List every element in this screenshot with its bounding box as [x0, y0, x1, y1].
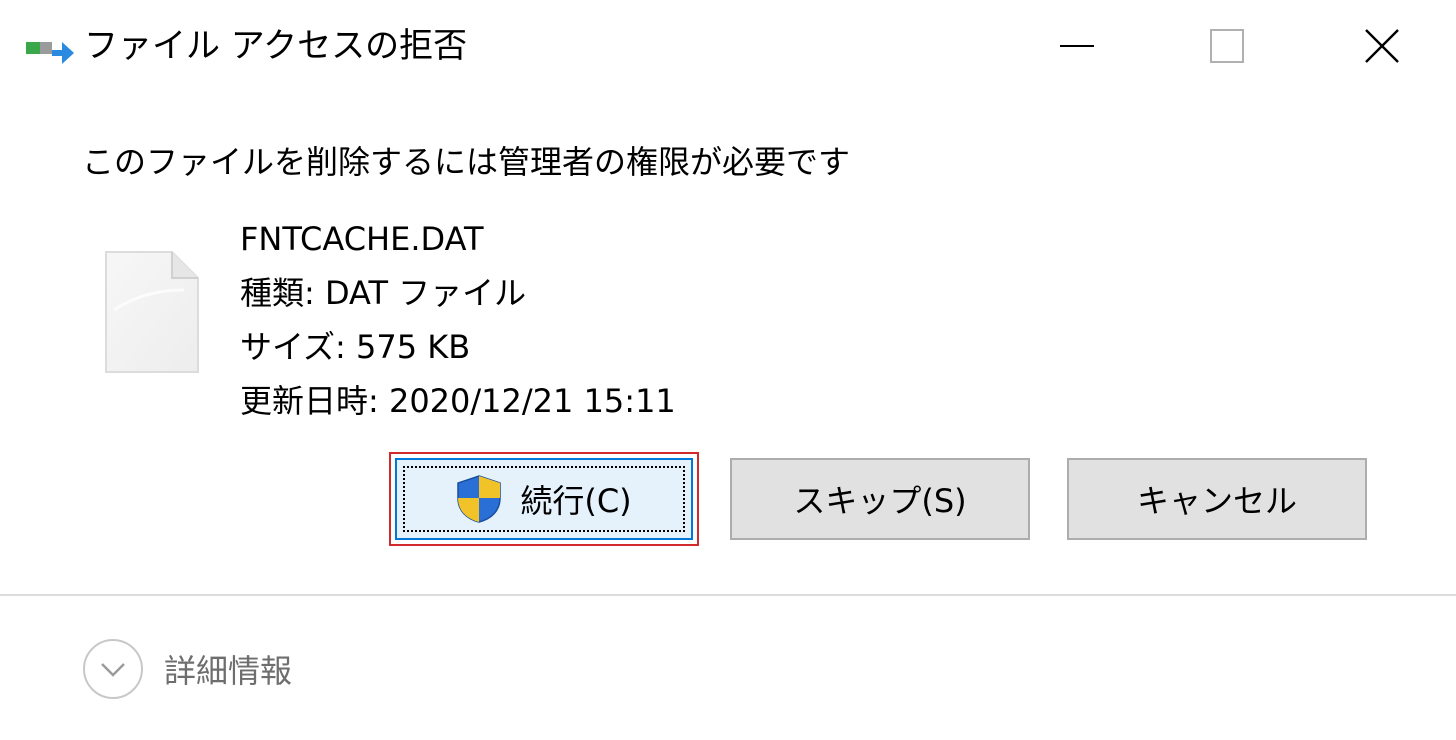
minimize-button[interactable]	[1047, 18, 1107, 74]
maximize-icon	[1210, 29, 1244, 63]
divider	[0, 594, 1456, 596]
skip-button-label: スキップ(S)	[793, 482, 967, 520]
continue-button-label: 続行(C)	[520, 482, 632, 520]
skip-button[interactable]: スキップ(S)	[730, 458, 1030, 540]
title-bar: ファイル アクセスの拒否	[0, 0, 1456, 92]
file-size: サイズ: 575 KB	[240, 328, 471, 366]
document-icon	[105, 251, 199, 373]
file-move-icon	[26, 42, 74, 64]
file-modified: 更新日時: 2020/12/21 15:11	[240, 382, 676, 420]
file-details: FNTCACHE.DAT 種類: DAT ファイル サイズ: 575 KB 更新…	[240, 212, 676, 428]
continue-button[interactable]: 続行(C)	[395, 458, 693, 540]
file-type: 種類: DAT ファイル	[240, 274, 527, 312]
details-label: 詳細情報	[164, 652, 293, 690]
details-toggle[interactable]: 詳細情報	[82, 636, 292, 702]
window-title: ファイル アクセスの拒否	[84, 26, 468, 66]
cancel-button-label: キャンセル	[1136, 482, 1297, 520]
close-button[interactable]	[1352, 18, 1412, 74]
close-icon	[1365, 29, 1399, 63]
chevron-down-circle-icon	[83, 639, 143, 699]
file-name: FNTCACHE.DAT	[240, 220, 484, 258]
minimize-icon	[1060, 45, 1094, 47]
uac-shield-icon	[457, 475, 502, 523]
file-access-denied-dialog: ファイル アクセスの拒否 このファイルを削除するには管理者の権限が必要です FN…	[0, 0, 1456, 740]
maximize-button[interactable]	[1197, 18, 1257, 74]
cancel-button[interactable]: キャンセル	[1067, 458, 1367, 540]
permission-message: このファイルを削除するには管理者の権限が必要です	[82, 143, 851, 181]
